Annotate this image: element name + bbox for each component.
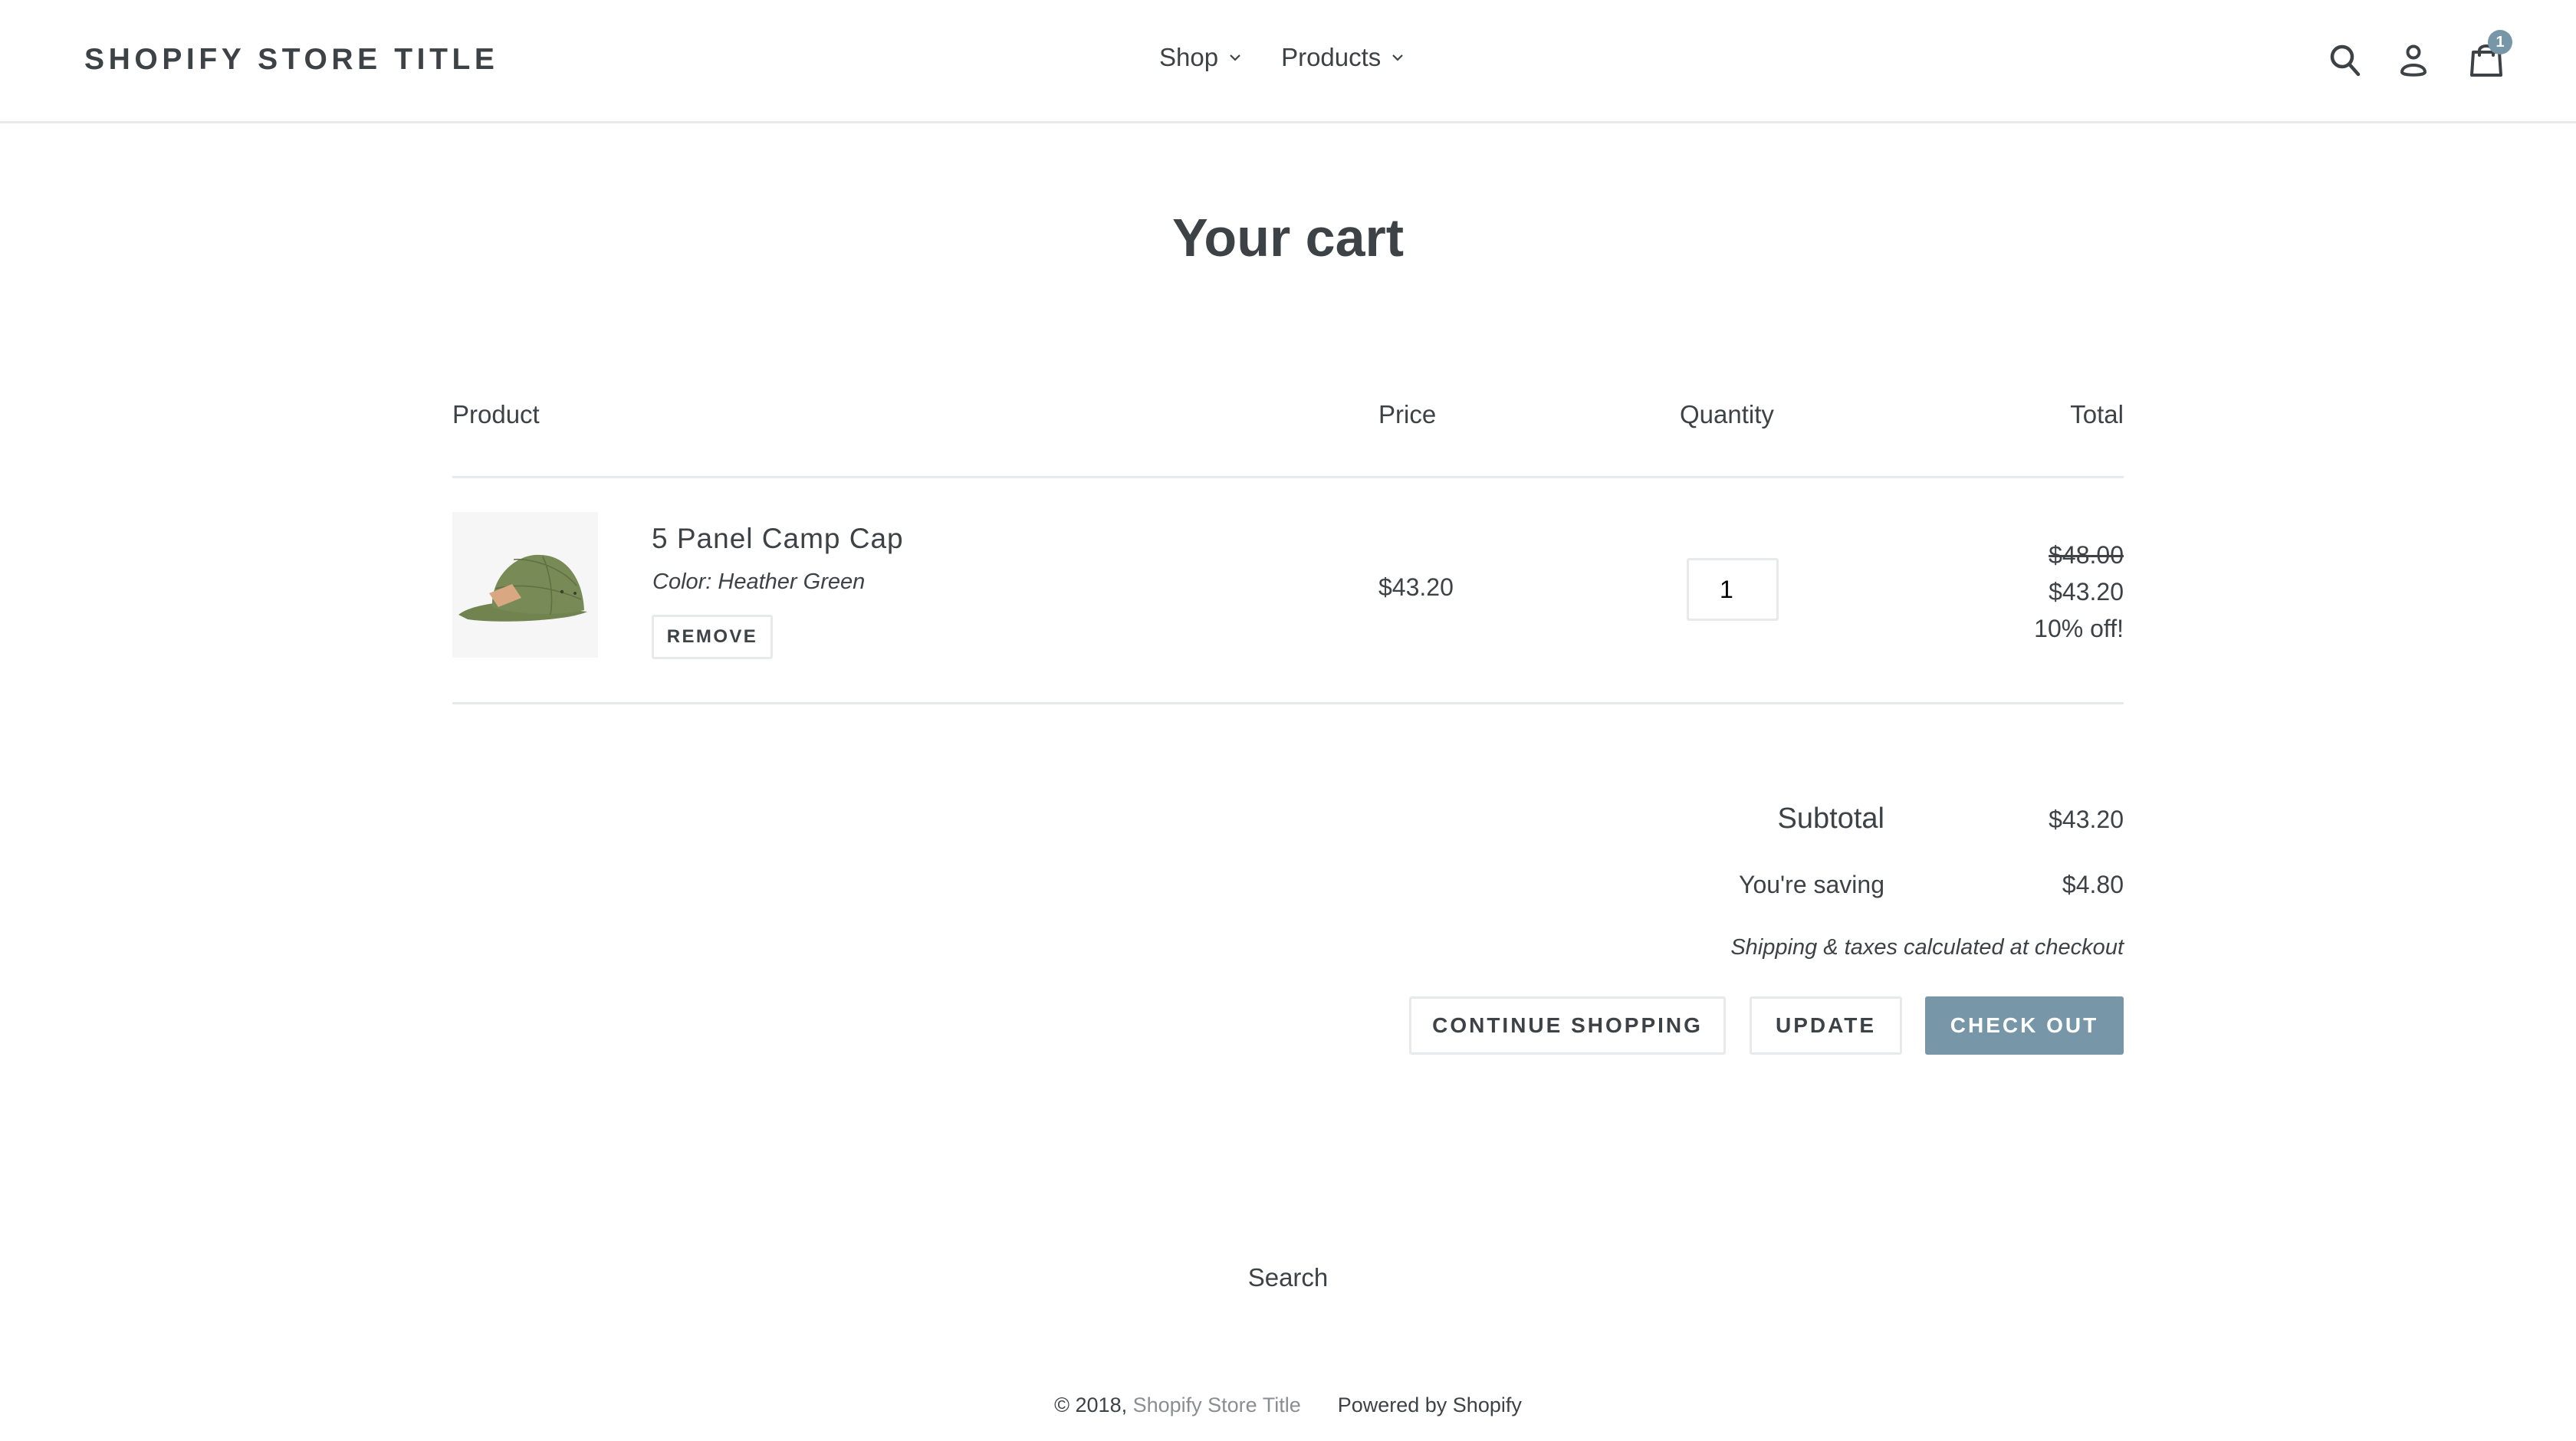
saving-row: You're saving $4.80 — [1739, 871, 2124, 899]
discount-label: 10% off! — [2034, 615, 2124, 642]
cap-image — [452, 512, 598, 658]
search-button[interactable] — [2329, 44, 2361, 77]
nav-item-products[interactable]: Products — [1281, 43, 1404, 72]
continue-shopping-button[interactable]: CONTINUE SHOPPING — [1409, 996, 1726, 1055]
copyright-text: © 2018, — [1054, 1393, 1133, 1416]
nav-item-shop[interactable]: Shop — [1159, 43, 1241, 72]
cart-count-badge: 1 — [2488, 30, 2512, 54]
nav-item-label: Products — [1281, 43, 1382, 71]
chevron-down-icon — [1230, 54, 1240, 61]
subtotal-row: Subtotal $43.20 — [1778, 803, 2124, 835]
footer-search-link[interactable]: Search — [1248, 1263, 1329, 1292]
product-title-link[interactable]: 5 Panel Camp Cap — [652, 523, 904, 555]
remove-button[interactable]: REMOVE — [652, 615, 773, 659]
product-variant: Color: Heather Green — [652, 570, 866, 594]
footer-copyright: © 2018, Shopify Store Title Powered by Sh… — [0, 1393, 2576, 1417]
column-header-total: Total — [2070, 400, 2124, 428]
table-header-divider — [452, 476, 2124, 478]
powered-by-shopify-link[interactable]: Powered by Shopify — [1338, 1393, 1522, 1416]
column-header-quantity: Quantity — [1680, 400, 1774, 428]
chevron-down-icon — [1392, 54, 1404, 61]
saving-label: You're saving — [1739, 871, 1884, 898]
update-button[interactable]: UPDATE — [1750, 996, 1902, 1055]
quantity-input[interactable] — [1687, 558, 1779, 621]
original-price: $48.00 — [2049, 541, 2124, 569]
item-price: $43.20 — [1378, 573, 1454, 601]
item-total: $48.00 $43.20 10% off! — [2034, 537, 2124, 647]
account-icon — [2400, 44, 2426, 77]
footer-menu: Search — [0, 1263, 2576, 1292]
main-nav: Shop Products — [1159, 43, 1444, 72]
page-title: Your cart — [1171, 208, 1405, 268]
subtotal-label: Subtotal — [1777, 803, 1884, 835]
search-icon — [2330, 44, 2361, 77]
product-image[interactable] — [452, 512, 598, 658]
saving-value: $4.80 — [2062, 871, 2124, 898]
table-footer-divider — [452, 702, 2124, 704]
account-button[interactable] — [2400, 44, 2427, 78]
column-header-product: Product — [452, 400, 540, 428]
discounted-price: $43.20 — [2049, 578, 2124, 606]
shipping-note: Shipping & taxes calculated at checkout — [1730, 935, 2124, 960]
checkout-button[interactable]: CHECK OUT — [1925, 996, 2124, 1055]
column-header-price: Price — [1378, 400, 1437, 428]
nav-item-label: Shop — [1159, 43, 1219, 71]
subtotal-value: $43.20 — [2049, 806, 2124, 833]
site-header: SHOPIFY STORE TITLE Shop Products 1 — [0, 0, 2576, 123]
footer-store-link[interactable]: Shopify Store Title — [1133, 1393, 1301, 1416]
store-logo-link[interactable]: SHOPIFY STORE TITLE — [84, 43, 499, 77]
